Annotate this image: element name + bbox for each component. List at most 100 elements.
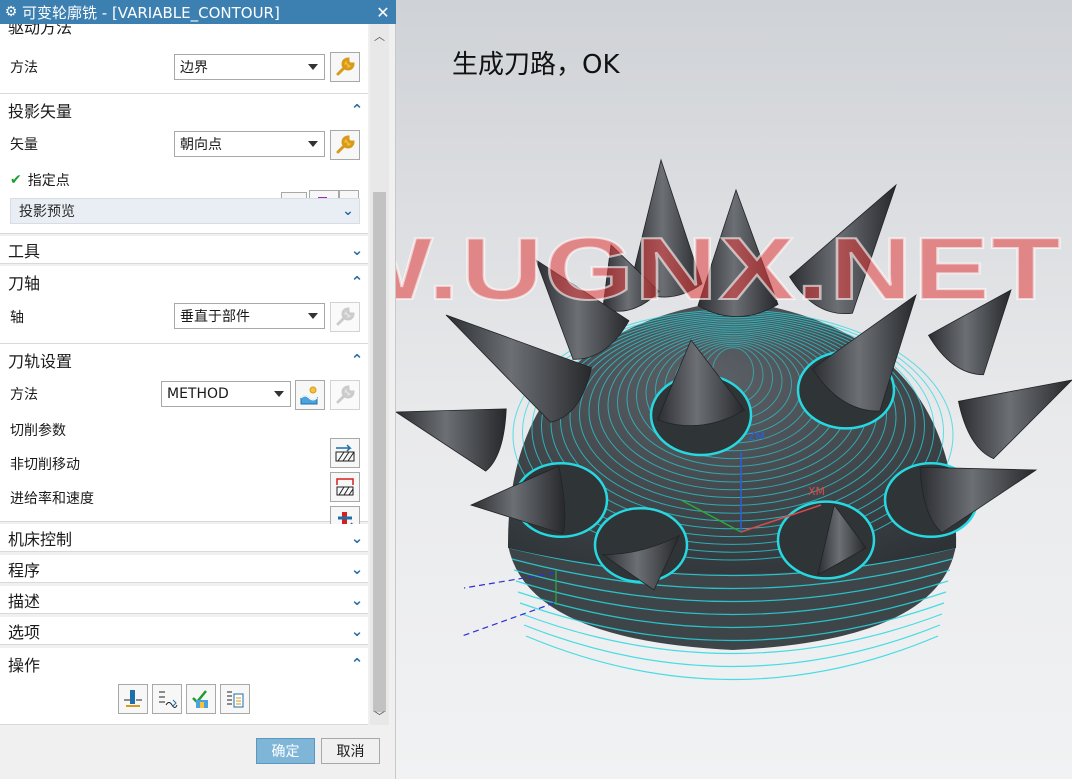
wrench-icon <box>336 385 355 404</box>
dialog-titlebar: ⚙ 可变轮廓铣 - [VARIABLE_CONTOUR] ✕ <box>0 0 396 24</box>
group-header-collapsed[interactable]: 机床控制 ⌄ <box>0 524 368 552</box>
group-title-actions: 操作 <box>8 656 41 675</box>
projection-preview-header[interactable]: 投影预览 ⌄ <box>10 198 360 224</box>
chevron-down-icon <box>308 313 318 319</box>
projection-preview-label: 投影预览 <box>19 204 75 220</box>
drive-method-edit-button[interactable] <box>330 52 360 82</box>
list-icon <box>227 691 244 708</box>
group-projection-vector: 投影矢量 ⌃ 矢量 朝向点 ✔ 指定点 投影预览 ⌄ <box>0 94 368 234</box>
spike-cone <box>957 379 1072 460</box>
group-header-collapsed[interactable]: 描述 ⌄ <box>0 586 368 614</box>
verify-button[interactable] <box>186 684 216 714</box>
path-method-select[interactable]: METHOD <box>161 381 291 407</box>
replay-button[interactable] <box>152 684 182 714</box>
path-method-value: METHOD <box>167 386 229 402</box>
group-title-path-settings: 刀轨设置 <box>8 352 73 371</box>
path-method-create-button[interactable] <box>295 380 325 410</box>
vector-edit-button[interactable] <box>330 130 360 160</box>
chevron-up-icon: ⌃ <box>350 351 364 369</box>
vector-select[interactable]: 朝向点 <box>174 131 325 157</box>
chevron-up-icon: ⌃ <box>350 273 364 291</box>
group-drive-method: 驱动方法 方法 边界 <box>0 24 368 94</box>
viewport-message: 生成刀路，OK <box>452 50 620 80</box>
watermark: WWW.UGNX.NET <box>396 218 1063 319</box>
replay-icon <box>159 691 178 708</box>
row-cut-params: 切削参数 <box>0 415 368 445</box>
group-title-projection-vector: 投影矢量 <box>8 102 73 121</box>
wrench-icon <box>336 57 355 76</box>
group-title-tool-axis: 刀轴 <box>8 274 41 293</box>
wrench-icon <box>336 307 355 326</box>
feeds-speeds-label: 进给率和速度 <box>10 491 94 507</box>
drive-method-select[interactable]: 边界 <box>174 54 325 80</box>
group-header-collapsed[interactable]: 选项 ⌄ <box>0 617 368 645</box>
spike-cone <box>919 466 1038 534</box>
cut-params-label: 切削参数 <box>10 423 66 439</box>
group-tool-axis: 刀轴 ⌃ 轴 垂直于部件 <box>0 266 368 344</box>
group-header-path-settings[interactable]: 刀轨设置 ⌃ <box>0 346 368 374</box>
row-non-cut-moves: 非切削移动 <box>0 449 368 479</box>
create-method-icon <box>300 386 318 405</box>
chevron-down-icon <box>274 391 284 397</box>
chevron-down-icon: ⌄ <box>342 203 354 219</box>
axis-value: 垂直于部件 <box>180 309 250 325</box>
group-title-drive-method: 驱动方法 <box>8 24 73 37</box>
group-title-collapsed: 机床控制 <box>8 529 73 549</box>
spiked-dome-model[interactable]: ZM XM <box>396 0 1072 779</box>
z-axis-label: ZM <box>748 430 765 443</box>
chevron-down-icon <box>308 64 318 70</box>
gear-icon[interactable]: ⚙ <box>0 4 22 20</box>
scrollbar-thumb[interactable] <box>373 192 386 712</box>
chevron-up-icon: ⌃ <box>350 655 364 673</box>
group-header-actions[interactable]: 操作 ⌃ <box>0 650 368 678</box>
path-method-edit-button[interactable] <box>330 380 360 410</box>
group-title-collapsed: 选项 <box>8 622 41 642</box>
chevron-down-icon: ⌄ <box>350 240 364 259</box>
chevron-down-icon: ⌄ <box>350 528 364 547</box>
generate-button[interactable] <box>118 684 148 714</box>
generate-icon <box>124 690 142 707</box>
verify-icon <box>192 690 208 708</box>
operation-dialog: ⚙ 可变轮廓铣 - [VARIABLE_CONTOUR] ✕ 驱动方法 方法 边… <box>0 0 396 779</box>
group-path-settings: 刀轨设置 ⌃ 方法 METHOD 切削参数 非切削移动 进给率和速度 <box>0 344 368 536</box>
group-title-collapsed: 描述 <box>8 591 41 611</box>
specify-point-label: 指定点 <box>27 173 70 189</box>
axis-edit-button[interactable] <box>330 302 360 332</box>
group-header-tool[interactable]: 工具 ⌄ <box>0 236 368 264</box>
group-header-projection-vector[interactable]: 投影矢量 ⌃ <box>0 96 368 124</box>
group-actions: 操作 ⌃ <box>0 648 368 725</box>
drive-method-value: 边界 <box>180 60 208 76</box>
non-cut-moves-label: 非切削移动 <box>10 457 80 473</box>
vector-value: 朝向点 <box>180 137 222 153</box>
group-header-tool-axis[interactable]: 刀轴 ⌃ <box>0 268 368 296</box>
vector-label: 矢量 <box>10 137 38 153</box>
group-title-collapsed: 程序 <box>8 560 41 580</box>
ok-button[interactable]: 确定 <box>256 738 315 764</box>
path-method-label: 方法 <box>10 387 38 403</box>
group-header-drive-method[interactable]: 驱动方法 <box>0 24 368 40</box>
dialog-title: 可变轮廓铣 - [VARIABLE_CONTOUR] <box>22 3 280 22</box>
chevron-down-icon <box>308 141 318 147</box>
close-icon[interactable]: ✕ <box>370 3 396 22</box>
graphics-viewport[interactable]: ZM XM WWW.UGNX.NET 生成刀路，OK <box>396 0 1072 779</box>
check-icon: ✔ <box>10 172 22 188</box>
dialog-scrollbar[interactable]: ︿ ﹀ <box>370 24 389 725</box>
scroll-up-icon[interactable]: ︿ <box>370 28 389 46</box>
drive-method-label: 方法 <box>10 60 38 76</box>
chevron-down-icon: ⌄ <box>350 559 364 578</box>
group-title-tool: 工具 <box>8 241 41 261</box>
wrench-icon <box>336 135 355 154</box>
list-button[interactable] <box>220 684 250 714</box>
chevron-down-icon: ⌄ <box>350 621 364 640</box>
row-feeds-speeds: 进给率和速度 <box>0 483 368 513</box>
dialog-scroll-area: 驱动方法 方法 边界 投影矢量 ⌃ 矢量 朝向点 ✔ 指定点 投影预览 ⌄ 工具… <box>0 24 370 725</box>
chevron-down-icon: ⌄ <box>350 590 364 609</box>
axis-select[interactable]: 垂直于部件 <box>174 303 325 329</box>
x-axis-label: XM <box>808 485 825 498</box>
axis-label: 轴 <box>10 310 24 326</box>
cancel-button[interactable]: 取消 <box>321 738 380 764</box>
spike-cone <box>396 408 507 472</box>
group-header-collapsed[interactable]: 程序 ⌄ <box>0 555 368 583</box>
chevron-up-icon: ⌃ <box>350 101 364 119</box>
scroll-down-icon[interactable]: ﹀ <box>370 708 389 726</box>
